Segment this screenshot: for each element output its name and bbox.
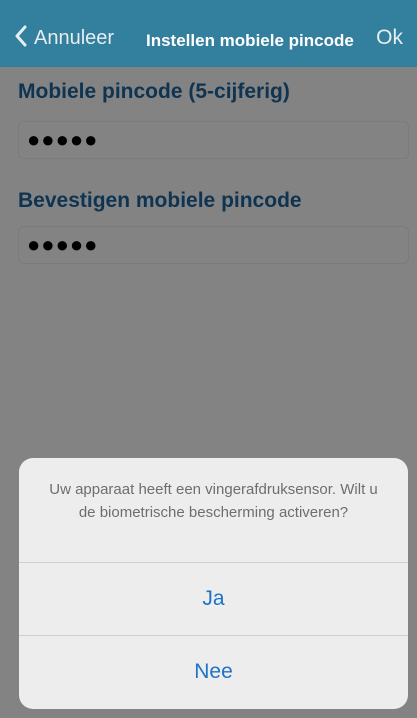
no-button[interactable]: Nee <box>19 636 408 708</box>
biometric-action-sheet: Uw apparaat heeft een vingerafdruksensor… <box>19 458 408 709</box>
cancel-button[interactable]: Annuleer <box>14 24 114 52</box>
sheet-message: Uw apparaat heeft een vingerafdruksensor… <box>49 481 378 521</box>
pin-label: Mobiele pincode (5-cijferig) <box>18 80 290 103</box>
confirm-pin-label: Bevestigen mobiele pincode <box>18 189 302 212</box>
confirm-pin-value: ●●●●● <box>27 232 99 257</box>
yes-button[interactable]: Ja <box>19 563 408 635</box>
chevron-left-icon <box>14 25 34 52</box>
ok-button[interactable]: Ok <box>376 26 403 50</box>
cancel-button-label: Annuleer <box>34 26 115 49</box>
confirm-pin-input[interactable]: ●●●●● <box>18 226 409 264</box>
pin-input[interactable]: ●●●●● <box>18 121 409 159</box>
page-title: Instellen mobiele pincode <box>146 31 354 50</box>
navigation-bar: Annuleer Instellen mobiele pincode Ok <box>0 0 417 67</box>
pin-value: ●●●●● <box>27 127 99 152</box>
